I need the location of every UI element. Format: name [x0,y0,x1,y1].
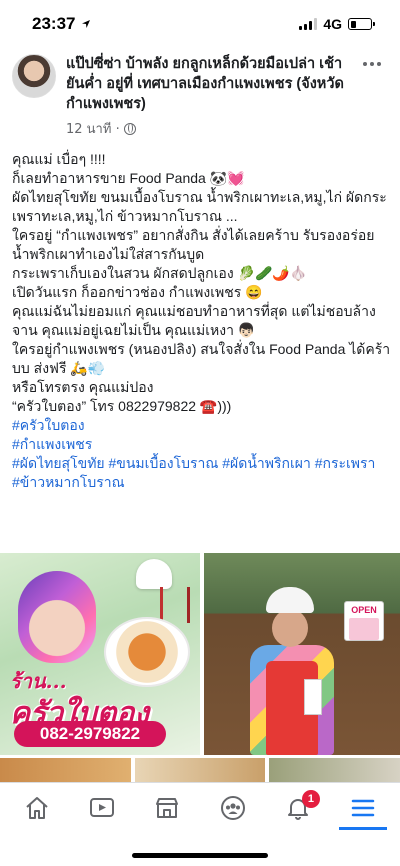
post-line: กระเพราเก็บเองในสวน ผักสดปลูกเอง 🥬🥒🌶️🧄 [12,265,308,281]
network-type: 4G [323,16,342,32]
watch-tab[interactable] [72,786,132,830]
open-sign: OPEN [344,601,384,641]
location-arrow-icon [82,20,91,28]
post-photos: ร้าน... ครัวใบตอง 082-2979822 OPEN [0,553,400,755]
post-line: “ครัวใบตอง” โทร 0822979822 ☎️))) [12,398,232,414]
status-bar: 23:37 4G [0,0,400,48]
hashtag-link[interactable]: #กำแพงเพชร [12,435,392,454]
hashtag-link[interactable]: #ครัวใบตอง [12,416,392,435]
hashtag-link[interactable]: #ข้าวหมากโบราณ [12,473,392,492]
post-line: ใครอยู่กำแพงเพชร (หนองปลิง) สนใจสั่งใน F… [12,341,391,376]
home-indicator[interactable] [132,853,268,858]
avatar[interactable] [12,54,56,98]
post-line: ใครอยู่ “กำแพงเพชร” อยากสั่งกิน สั่งได้เ… [12,227,375,262]
photo-thumbnail[interactable] [134,758,266,782]
photo-thumbnail[interactable] [269,758,400,782]
phone-number-tag: 082-2979822 [14,721,166,747]
marketplace-tab[interactable] [137,786,197,830]
home-icon [25,797,48,819]
open-sign-text: OPEN [351,605,377,615]
signal-strength-icon [299,18,318,30]
woman-portrait [18,571,96,663]
notifications-tab[interactable]: 1 [268,786,328,830]
battery-icon [348,18,375,30]
groups-icon [220,796,245,820]
post-line: คุณแม่ฉันไม่ยอมแก่ คุณแม่ชอบทำอาหารที่สุ… [12,303,376,338]
post-line: ผัดไทยสุโขทัย ขนมเบื้องโบราณ น้ำพริกเผาท… [12,189,387,224]
restaurant-prefix: ร้าน... [10,669,67,693]
shop-icon [156,798,179,818]
post-author[interactable]: แป๊ปซี่ซ่า บ้าพลัง ยกลูกเหล็กด้วยมือเปล่… [66,54,356,114]
clock: 23:37 [32,14,76,33]
menu-tab[interactable] [333,786,393,830]
woman-figure [246,587,338,755]
groups-tab[interactable] [203,786,263,830]
post-line: คุณแม่ เบื่อๆ !!!! [12,151,106,167]
menu-icon [352,799,375,817]
post-line: ก็เลยทำอาหารขาย Food Panda 🐼💓 [12,170,245,186]
globe-icon [123,122,136,135]
more-photos-strip[interactable] [0,758,400,782]
foodpanda-sticker [349,618,379,640]
utensils-icon [160,587,190,623]
hashtag-link[interactable]: #ผัดไทยสุโขทัย #ขนมเบื้องโบราณ #ผัดน้ำพร… [12,454,392,473]
home-tab[interactable] [7,786,67,830]
notification-badge: 1 [301,790,320,808]
photo-thumbnail[interactable] [0,758,131,782]
photo-woman-holding-order[interactable]: OPEN [204,553,400,755]
post-text: คุณแม่ เบื่อๆ !!!! ก็เลยทำอาหารขาย Food … [12,150,392,492]
post-header: แป๊ปซี่ซ่า บ้าพลัง ยกลูกเหล็กด้วยมือเปล่… [12,54,388,139]
post-timestamp[interactable]: 12 นาที · [66,118,120,139]
post-meta: 12 นาที · [66,118,356,139]
bottom-tab-bar: 1 [0,782,400,866]
chef-hat-icon [136,559,172,589]
photo-restaurant-sign[interactable]: ร้าน... ครัวใบตอง 082-2979822 [0,553,200,755]
more-options-icon[interactable] [360,54,384,74]
post-line: เปิดวันแรก ก็ออกข่าวช่อง กำแพงเพชร 😄 [12,284,263,300]
video-icon [89,798,114,817]
post-line: หรือโทรตรง คุณแม่ปอง [12,379,154,395]
